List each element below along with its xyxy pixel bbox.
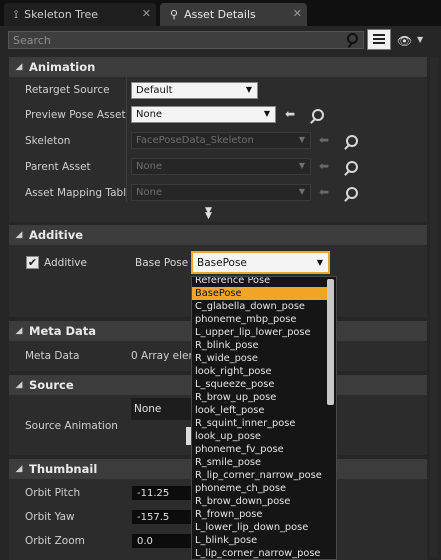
dropdown-item[interactable]: C_glabella_down_pose (192, 300, 327, 313)
base-pose-label: Base Pose (135, 257, 189, 269)
tab-skeleton-tree[interactable]: ⟟ Skeleton Tree ✕ (4, 3, 156, 26)
chevron-down-icon: ▼ (316, 258, 323, 267)
base-pose-combo[interactable]: BasePose ▼ (191, 251, 330, 274)
retarget-source-combo[interactable]: Default ▼ (131, 82, 258, 99)
asset-mapping-table-label: Asset Mapping Tabl (25, 187, 127, 199)
use-selected-arrow-icon: ⬅ (319, 133, 330, 147)
dropdown-item[interactable]: phoneme_mbp_pose (192, 313, 327, 326)
source-animation-value: None (134, 403, 162, 415)
section-title: Meta Data (29, 324, 97, 338)
section-title: Additive (29, 228, 84, 242)
use-selected-arrow-icon: ⬅ (319, 159, 330, 173)
dropdown-item[interactable]: R_squint_inner_pose (192, 417, 327, 430)
retarget-source-label: Retarget Source (25, 84, 110, 96)
preview-pose-asset-combo[interactable]: None ▼ (131, 106, 276, 123)
dropdown-item[interactable]: R_brow_down_pose (192, 495, 327, 508)
eye-icon[interactable]: 👁 (397, 34, 412, 48)
collapse-triangle-icon: ◢ (15, 380, 23, 390)
dropdown-item[interactable]: L_lower_lip_down_pose (192, 521, 327, 534)
chevron-down-icon: ▼ (245, 85, 252, 94)
collapse-triangle-icon: ◢ (15, 230, 23, 240)
use-selected-arrow-icon: ⬅ (319, 185, 330, 199)
search-icon[interactable] (346, 33, 360, 48)
skeleton-label: Skeleton (25, 135, 71, 147)
combo-value: FacePoseData_Skeleton (136, 135, 254, 146)
asset-mapping-table-combo: None ▼ (131, 184, 311, 201)
dropdown-item[interactable]: Reference Pose (192, 277, 327, 287)
meta-data-label: Meta Data (25, 350, 80, 362)
orbit-pitch-field[interactable]: -11.25 (131, 485, 193, 501)
section-title: Animation (29, 60, 96, 74)
column-divider (126, 77, 127, 202)
tab-label: Asset Details (184, 8, 256, 21)
preview-pose-asset-label: Preview Pose Asset (25, 109, 126, 121)
dropdown-item[interactable]: look_left_pose (192, 404, 327, 417)
orbit-zoom-field[interactable]: 0.0 (131, 533, 193, 549)
dropdown-item[interactable]: L_squeeze_pose (192, 378, 327, 391)
base-pose-dropdown: Reference Pose BasePose C_glabella_down_po… (191, 276, 337, 560)
orbit-yaw-label: Orbit Yaw (25, 511, 75, 523)
dropdown-item[interactable]: R_lip_corner_narrow_pose (192, 469, 327, 482)
browse-icon[interactable] (310, 109, 324, 123)
dropdown-item[interactable]: R_brow_up_pose (192, 391, 327, 404)
section-title: Thumbnail (29, 462, 98, 476)
browse-icon[interactable] (344, 161, 358, 175)
dropdown-item[interactable]: R_wide_pose (192, 352, 327, 365)
tab-bar: ⟟ Skeleton Tree ✕ ⚲ Asset Details ✕ (0, 0, 441, 26)
dropdown-list: Reference Pose BasePose C_glabella_down_po… (192, 277, 336, 559)
close-icon[interactable]: ✕ (142, 7, 151, 20)
dropdown-item[interactable]: L_blink_pose (192, 534, 327, 547)
dropdown-item[interactable]: L_upper_lip_lower_pose (192, 326, 327, 339)
orbit-yaw-field[interactable]: -157.5 (131, 509, 193, 525)
dropdown-item[interactable]: R_blink_pose (192, 339, 327, 352)
dropdown-item[interactable]: look_right_pose (192, 365, 327, 378)
chevron-down-icon: ▼ (298, 135, 305, 144)
details-scrollbar[interactable] (430, 57, 438, 557)
collapse-triangle-icon: ◢ (15, 326, 23, 336)
dropdown-scrollbar[interactable] (327, 279, 334, 405)
combo-value: None (136, 109, 163, 120)
parent-asset-combo: None ▼ (131, 158, 311, 175)
section-header-additive[interactable]: ◢ Additive (9, 225, 427, 245)
dropdown-item[interactable]: BasePose (192, 287, 327, 300)
skeleton-combo: FacePoseData_Skeleton ▼ (131, 132, 311, 149)
combo-value: BasePose (197, 256, 247, 269)
tab-label: Skeleton Tree (24, 8, 99, 21)
dropdown-item[interactable]: L_lip_corner_narrow_pose (192, 547, 327, 559)
details-icon: ⚲ (170, 8, 179, 21)
combo-value: None (136, 161, 163, 172)
view-options-icon[interactable] (367, 29, 391, 50)
use-selected-arrow-icon[interactable]: ⬅ (285, 107, 295, 121)
close-icon[interactable]: ✕ (293, 7, 302, 20)
browse-icon[interactable] (344, 135, 358, 149)
additive-checkbox[interactable]: ✔ (26, 256, 39, 269)
expand-chevron-icon[interactable]: ▼ ▼ (205, 207, 212, 221)
dropdown-item[interactable]: look_up_pose (192, 430, 327, 443)
combo-value: None (136, 187, 163, 198)
search-box[interactable] (8, 31, 364, 49)
additive-checkbox-label: Additive (44, 257, 87, 269)
section-title: Source (29, 378, 74, 392)
chevron-down-icon: ▼ (298, 161, 305, 170)
orbit-pitch-label: Orbit Pitch (25, 487, 81, 499)
source-animation-label: Source Animation (25, 420, 118, 432)
combo-value: Default (136, 85, 173, 96)
chevron-down-icon[interactable]: ▼ (417, 35, 423, 44)
dropdown-item[interactable]: R_smile_pose (192, 456, 327, 469)
dropdown-item[interactable]: phoneme_ch_pose (192, 482, 327, 495)
chevron-down-icon: ▼ (263, 109, 270, 118)
tab-asset-details[interactable]: ⚲ Asset Details ✕ (160, 3, 307, 26)
section-header-animation[interactable]: ◢ Animation (9, 57, 427, 77)
parent-asset-label: Parent Asset (25, 161, 91, 173)
dropdown-item[interactable]: phoneme_fv_pose (192, 443, 327, 456)
browse-icon[interactable] (344, 187, 358, 201)
search-input[interactable] (9, 32, 333, 48)
meta-data-array-count: 0 Array elem (131, 350, 199, 362)
collapse-triangle-icon: ◢ (15, 464, 23, 474)
orbit-zoom-label: Orbit Zoom (25, 535, 85, 547)
dropdown-item[interactable]: R_frown_pose (192, 508, 327, 521)
chevron-down-icon: ▼ (298, 187, 305, 196)
skeleton-icon: ⟟ (14, 7, 19, 21)
collapse-triangle-icon: ◢ (15, 62, 23, 72)
